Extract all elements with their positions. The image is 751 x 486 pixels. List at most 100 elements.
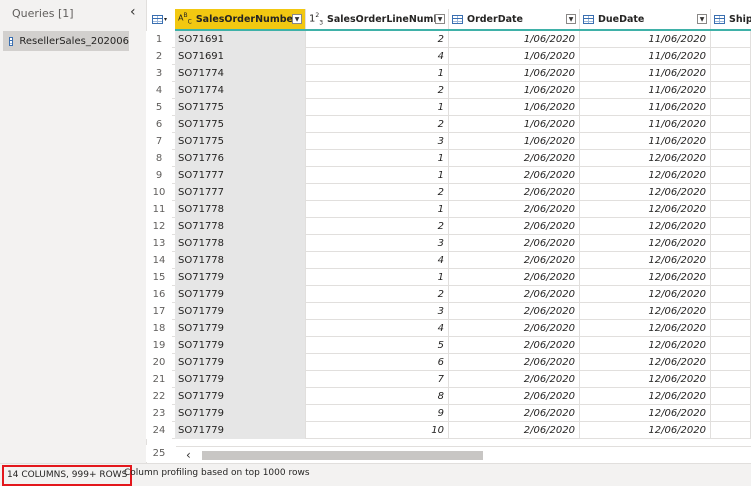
- cell-shipdate[interactable]: [711, 388, 751, 405]
- cell-orderdate[interactable]: 2/06/2020: [449, 303, 580, 320]
- cell-orderdate[interactable]: 2/06/2020: [449, 184, 580, 201]
- cell-duedate[interactable]: 12/06/2020: [580, 201, 711, 218]
- cell-salesorderlinenumber[interactable]: 2: [306, 286, 449, 303]
- cell-salesordernumber[interactable]: SO71775: [175, 116, 306, 133]
- column-header-salesordernumber[interactable]: ABC SalesOrderNumber ▼: [175, 9, 306, 29]
- cell-shipdate[interactable]: [711, 405, 751, 422]
- cell-duedate[interactable]: 12/06/2020: [580, 354, 711, 371]
- cell-orderdate[interactable]: 2/06/2020: [449, 252, 580, 269]
- cell-salesordernumber[interactable]: SO71778: [175, 201, 306, 218]
- cell-salesorderlinenumber[interactable]: 10: [306, 422, 449, 439]
- cell-salesorderlinenumber[interactable]: 2: [306, 184, 449, 201]
- cell-duedate[interactable]: 12/06/2020: [580, 252, 711, 269]
- cell-salesordernumber[interactable]: SO71779: [175, 303, 306, 320]
- cell-salesordernumber[interactable]: SO71777: [175, 167, 306, 184]
- cell-shipdate[interactable]: [711, 133, 751, 150]
- cell-shipdate[interactable]: [711, 31, 751, 48]
- column-profiling-status[interactable]: Column profiling based on top 1000 rows: [124, 468, 310, 478]
- cell-orderdate[interactable]: 2/06/2020: [449, 201, 580, 218]
- cell-salesordernumber[interactable]: SO71691: [175, 31, 306, 48]
- cell-duedate[interactable]: 12/06/2020: [580, 269, 711, 286]
- cell-salesorderlinenumber[interactable]: 2: [306, 116, 449, 133]
- cell-shipdate[interactable]: [711, 252, 751, 269]
- cell-salesorderlinenumber[interactable]: 2: [306, 218, 449, 235]
- cell-shipdate[interactable]: [711, 303, 751, 320]
- cell-duedate[interactable]: 12/06/2020: [580, 218, 711, 235]
- cell-salesordernumber[interactable]: SO71778: [175, 252, 306, 269]
- cell-salesorderlinenumber[interactable]: 8: [306, 388, 449, 405]
- cell-shipdate[interactable]: [711, 48, 751, 65]
- cell-shipdate[interactable]: [711, 184, 751, 201]
- cell-salesorderlinenumber[interactable]: 4: [306, 48, 449, 65]
- cell-orderdate[interactable]: 2/06/2020: [449, 371, 580, 388]
- cell-orderdate[interactable]: 2/06/2020: [449, 286, 580, 303]
- cell-orderdate[interactable]: 2/06/2020: [449, 235, 580, 252]
- cell-salesorderlinenumber[interactable]: 3: [306, 303, 449, 320]
- cell-salesordernumber[interactable]: SO71774: [175, 82, 306, 99]
- cell-salesordernumber[interactable]: SO71779: [175, 388, 306, 405]
- filter-dropdown-icon[interactable]: ▼: [292, 14, 302, 24]
- cell-duedate[interactable]: 12/06/2020: [580, 422, 711, 439]
- cell-duedate[interactable]: 12/06/2020: [580, 286, 711, 303]
- cell-orderdate[interactable]: 1/06/2020: [449, 116, 580, 133]
- cell-duedate[interactable]: 11/06/2020: [580, 65, 711, 82]
- cell-shipdate[interactable]: [711, 167, 751, 184]
- cell-salesordernumber[interactable]: SO71774: [175, 65, 306, 82]
- cell-shipdate[interactable]: [711, 99, 751, 116]
- cell-duedate[interactable]: 11/06/2020: [580, 48, 711, 65]
- cell-duedate[interactable]: 11/06/2020: [580, 82, 711, 99]
- cell-duedate[interactable]: 12/06/2020: [580, 337, 711, 354]
- cell-duedate[interactable]: 12/06/2020: [580, 388, 711, 405]
- cell-salesorderlinenumber[interactable]: 2: [306, 31, 449, 48]
- cell-orderdate[interactable]: 2/06/2020: [449, 218, 580, 235]
- cell-salesordernumber[interactable]: SO71691: [175, 48, 306, 65]
- cell-duedate[interactable]: 12/06/2020: [580, 371, 711, 388]
- cell-orderdate[interactable]: 1/06/2020: [449, 48, 580, 65]
- cell-shipdate[interactable]: [711, 116, 751, 133]
- cell-duedate[interactable]: 12/06/2020: [580, 150, 711, 167]
- cell-salesorderlinenumber[interactable]: 1: [306, 99, 449, 116]
- scrollbar-thumb[interactable]: [202, 451, 483, 460]
- column-header-orderdate[interactable]: OrderDate ▼: [449, 9, 580, 29]
- cell-shipdate[interactable]: [711, 65, 751, 82]
- cell-shipdate[interactable]: [711, 150, 751, 167]
- table-options-button[interactable]: ▾: [152, 11, 170, 27]
- cell-salesordernumber[interactable]: SO71779: [175, 405, 306, 422]
- cell-salesorderlinenumber[interactable]: 6: [306, 354, 449, 371]
- cell-salesorderlinenumber[interactable]: 1: [306, 65, 449, 82]
- cell-salesordernumber[interactable]: SO71779: [175, 269, 306, 286]
- cell-duedate[interactable]: 11/06/2020: [580, 116, 711, 133]
- cell-shipdate[interactable]: [711, 201, 751, 218]
- cell-salesordernumber[interactable]: SO71777: [175, 184, 306, 201]
- cell-salesordernumber[interactable]: SO71776: [175, 150, 306, 167]
- column-header-salesorderlinenumber[interactable]: 123 SalesOrderLineNumber ▼: [306, 9, 449, 29]
- cell-salesordernumber[interactable]: SO71779: [175, 320, 306, 337]
- cell-orderdate[interactable]: 2/06/2020: [449, 405, 580, 422]
- cell-orderdate[interactable]: 2/06/2020: [449, 388, 580, 405]
- cell-salesorderlinenumber[interactable]: 4: [306, 320, 449, 337]
- cell-shipdate[interactable]: [711, 422, 751, 439]
- cell-salesordernumber[interactable]: SO71775: [175, 133, 306, 150]
- cell-orderdate[interactable]: 1/06/2020: [449, 65, 580, 82]
- cell-salesordernumber[interactable]: SO71778: [175, 235, 306, 252]
- filter-dropdown-icon[interactable]: ▼: [697, 14, 707, 24]
- cell-orderdate[interactable]: 2/06/2020: [449, 269, 580, 286]
- cell-salesorderlinenumber[interactable]: 5: [306, 337, 449, 354]
- cell-orderdate[interactable]: 1/06/2020: [449, 99, 580, 116]
- cell-salesorderlinenumber[interactable]: 7: [306, 371, 449, 388]
- cell-duedate[interactable]: 12/06/2020: [580, 235, 711, 252]
- cell-shipdate[interactable]: [711, 286, 751, 303]
- cell-shipdate[interactable]: [711, 269, 751, 286]
- cell-salesorderlinenumber[interactable]: 2: [306, 82, 449, 99]
- cell-salesordernumber[interactable]: SO71779: [175, 337, 306, 354]
- cell-orderdate[interactable]: 1/06/2020: [449, 31, 580, 48]
- cell-orderdate[interactable]: 2/06/2020: [449, 320, 580, 337]
- cell-orderdate[interactable]: 2/06/2020: [449, 354, 580, 371]
- cell-orderdate[interactable]: 2/06/2020: [449, 150, 580, 167]
- cell-salesorderlinenumber[interactable]: 1: [306, 201, 449, 218]
- cell-orderdate[interactable]: 1/06/2020: [449, 133, 580, 150]
- collapse-pane-chevron-icon[interactable]: ‹: [130, 4, 136, 20]
- cell-salesorderlinenumber[interactable]: 1: [306, 167, 449, 184]
- scroll-left-icon[interactable]: ‹: [186, 448, 191, 462]
- cell-salesorderlinenumber[interactable]: 9: [306, 405, 449, 422]
